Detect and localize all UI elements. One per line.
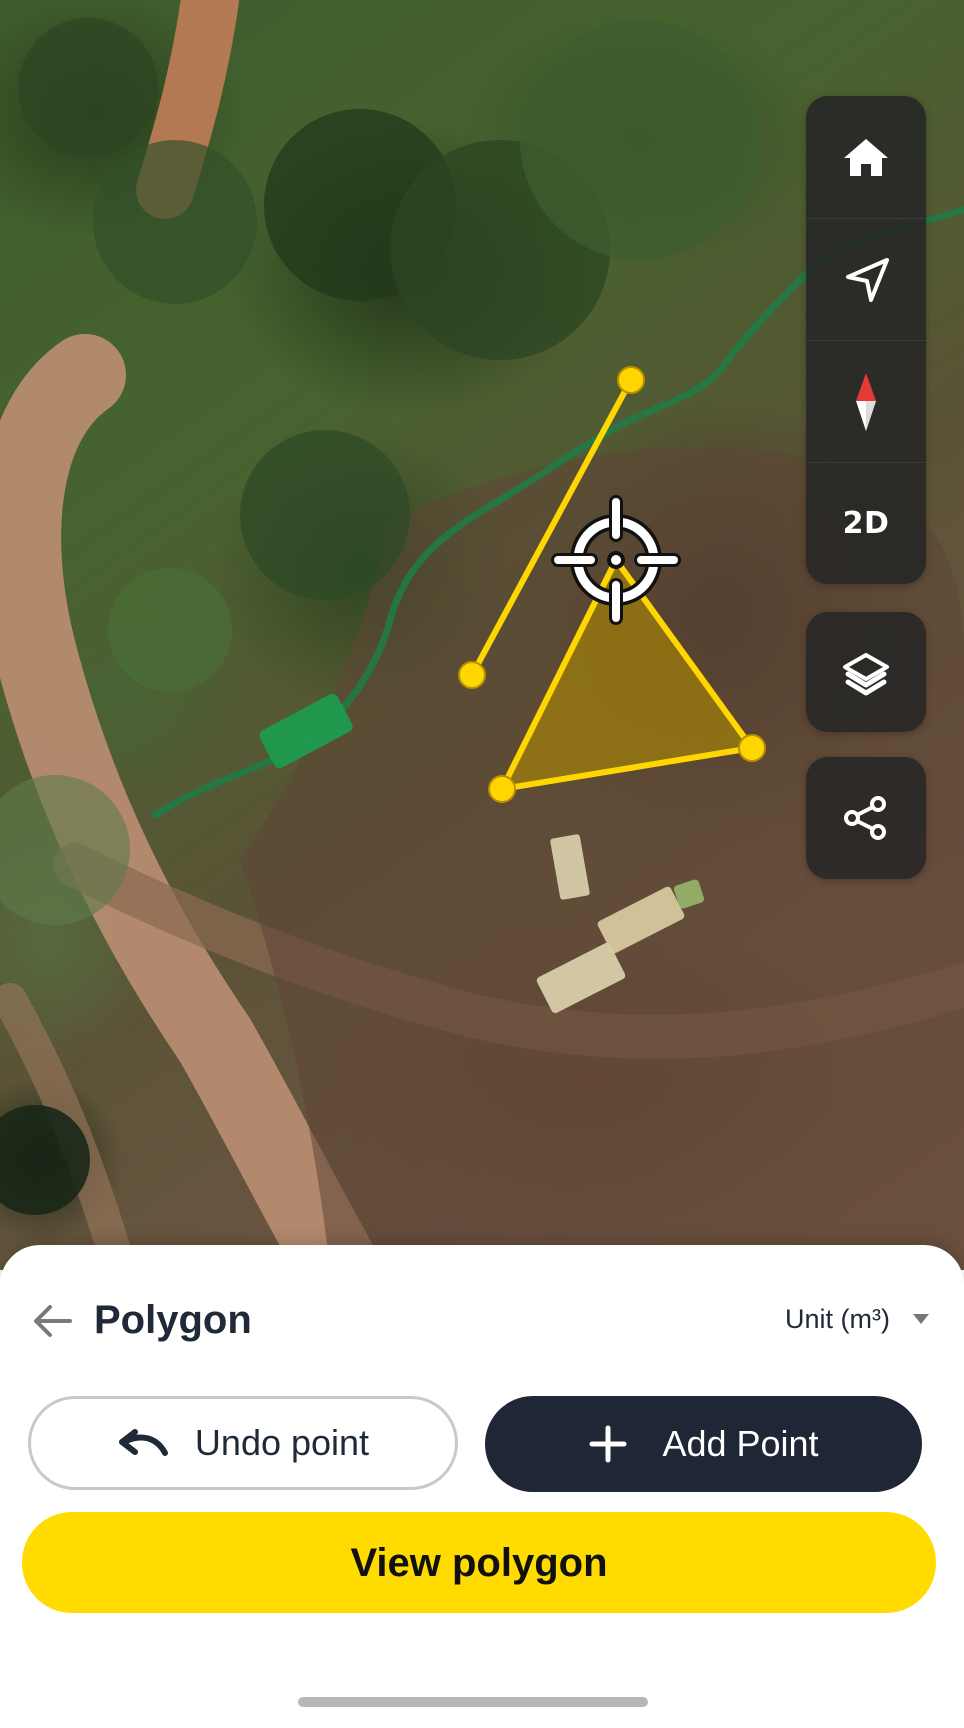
navigate-button[interactable] <box>806 218 926 340</box>
tree-clump <box>520 20 760 260</box>
tree-clump <box>18 18 158 158</box>
sheet-header: Polygon Unit (m³) <box>0 1245 964 1375</box>
share-icon <box>844 796 886 840</box>
navigation-arrow-icon <box>846 257 889 302</box>
measurement-bottom-sheet: Polygon Unit (m³) Undo point Add Point V… <box>0 1245 964 1728</box>
undo-point-button[interactable]: Undo point <box>28 1396 458 1490</box>
compass-button[interactable] <box>806 340 926 462</box>
home-icon <box>844 139 888 176</box>
page-title: Polygon <box>94 1298 252 1342</box>
polygon-vertex[interactable] <box>488 775 516 803</box>
share-button[interactable] <box>806 757 926 879</box>
tree-clump <box>108 568 232 692</box>
view-polygon-button[interactable]: View polygon <box>22 1512 936 1613</box>
share-control <box>806 757 926 879</box>
home-indicator <box>298 1697 648 1707</box>
compass-icon <box>856 372 876 431</box>
undo-icon <box>118 1429 168 1456</box>
home-button[interactable] <box>806 96 926 218</box>
layers-icon <box>843 653 889 696</box>
polygon-vertex[interactable] <box>458 661 486 689</box>
unit-dropdown[interactable]: Unit (m³) <box>785 1297 930 1341</box>
layers-control <box>806 612 926 732</box>
arrow-left-icon <box>34 1305 72 1337</box>
view-mode-label: 2D <box>842 506 890 541</box>
polygon-vertex[interactable] <box>738 734 766 762</box>
add-point-label: Add Point <box>662 1423 819 1464</box>
unit-label: Unit (m³) <box>785 1303 890 1334</box>
chevron-down-icon <box>913 1314 929 1324</box>
map-control-stack: 2D <box>806 96 926 584</box>
satellite-map[interactable]: 2D <box>0 0 964 1270</box>
point-actions: Undo point Add Point <box>28 1396 922 1494</box>
layers-button[interactable] <box>806 612 926 732</box>
plus-icon <box>589 1425 627 1463</box>
view-mode-button[interactable]: 2D <box>806 462 926 584</box>
app-screen: 2D Polygon Unit (m³) Undo point Add Poin… <box>0 0 964 1728</box>
polygon-vertex[interactable] <box>617 366 645 394</box>
undo-point-label: Undo point <box>194 1422 370 1463</box>
back-button[interactable] <box>26 1295 78 1347</box>
view-polygon-label: View polygon <box>350 1540 608 1585</box>
tree-clump <box>93 140 257 304</box>
add-point-button[interactable]: Add Point <box>485 1396 922 1492</box>
tree-clump <box>240 430 410 600</box>
